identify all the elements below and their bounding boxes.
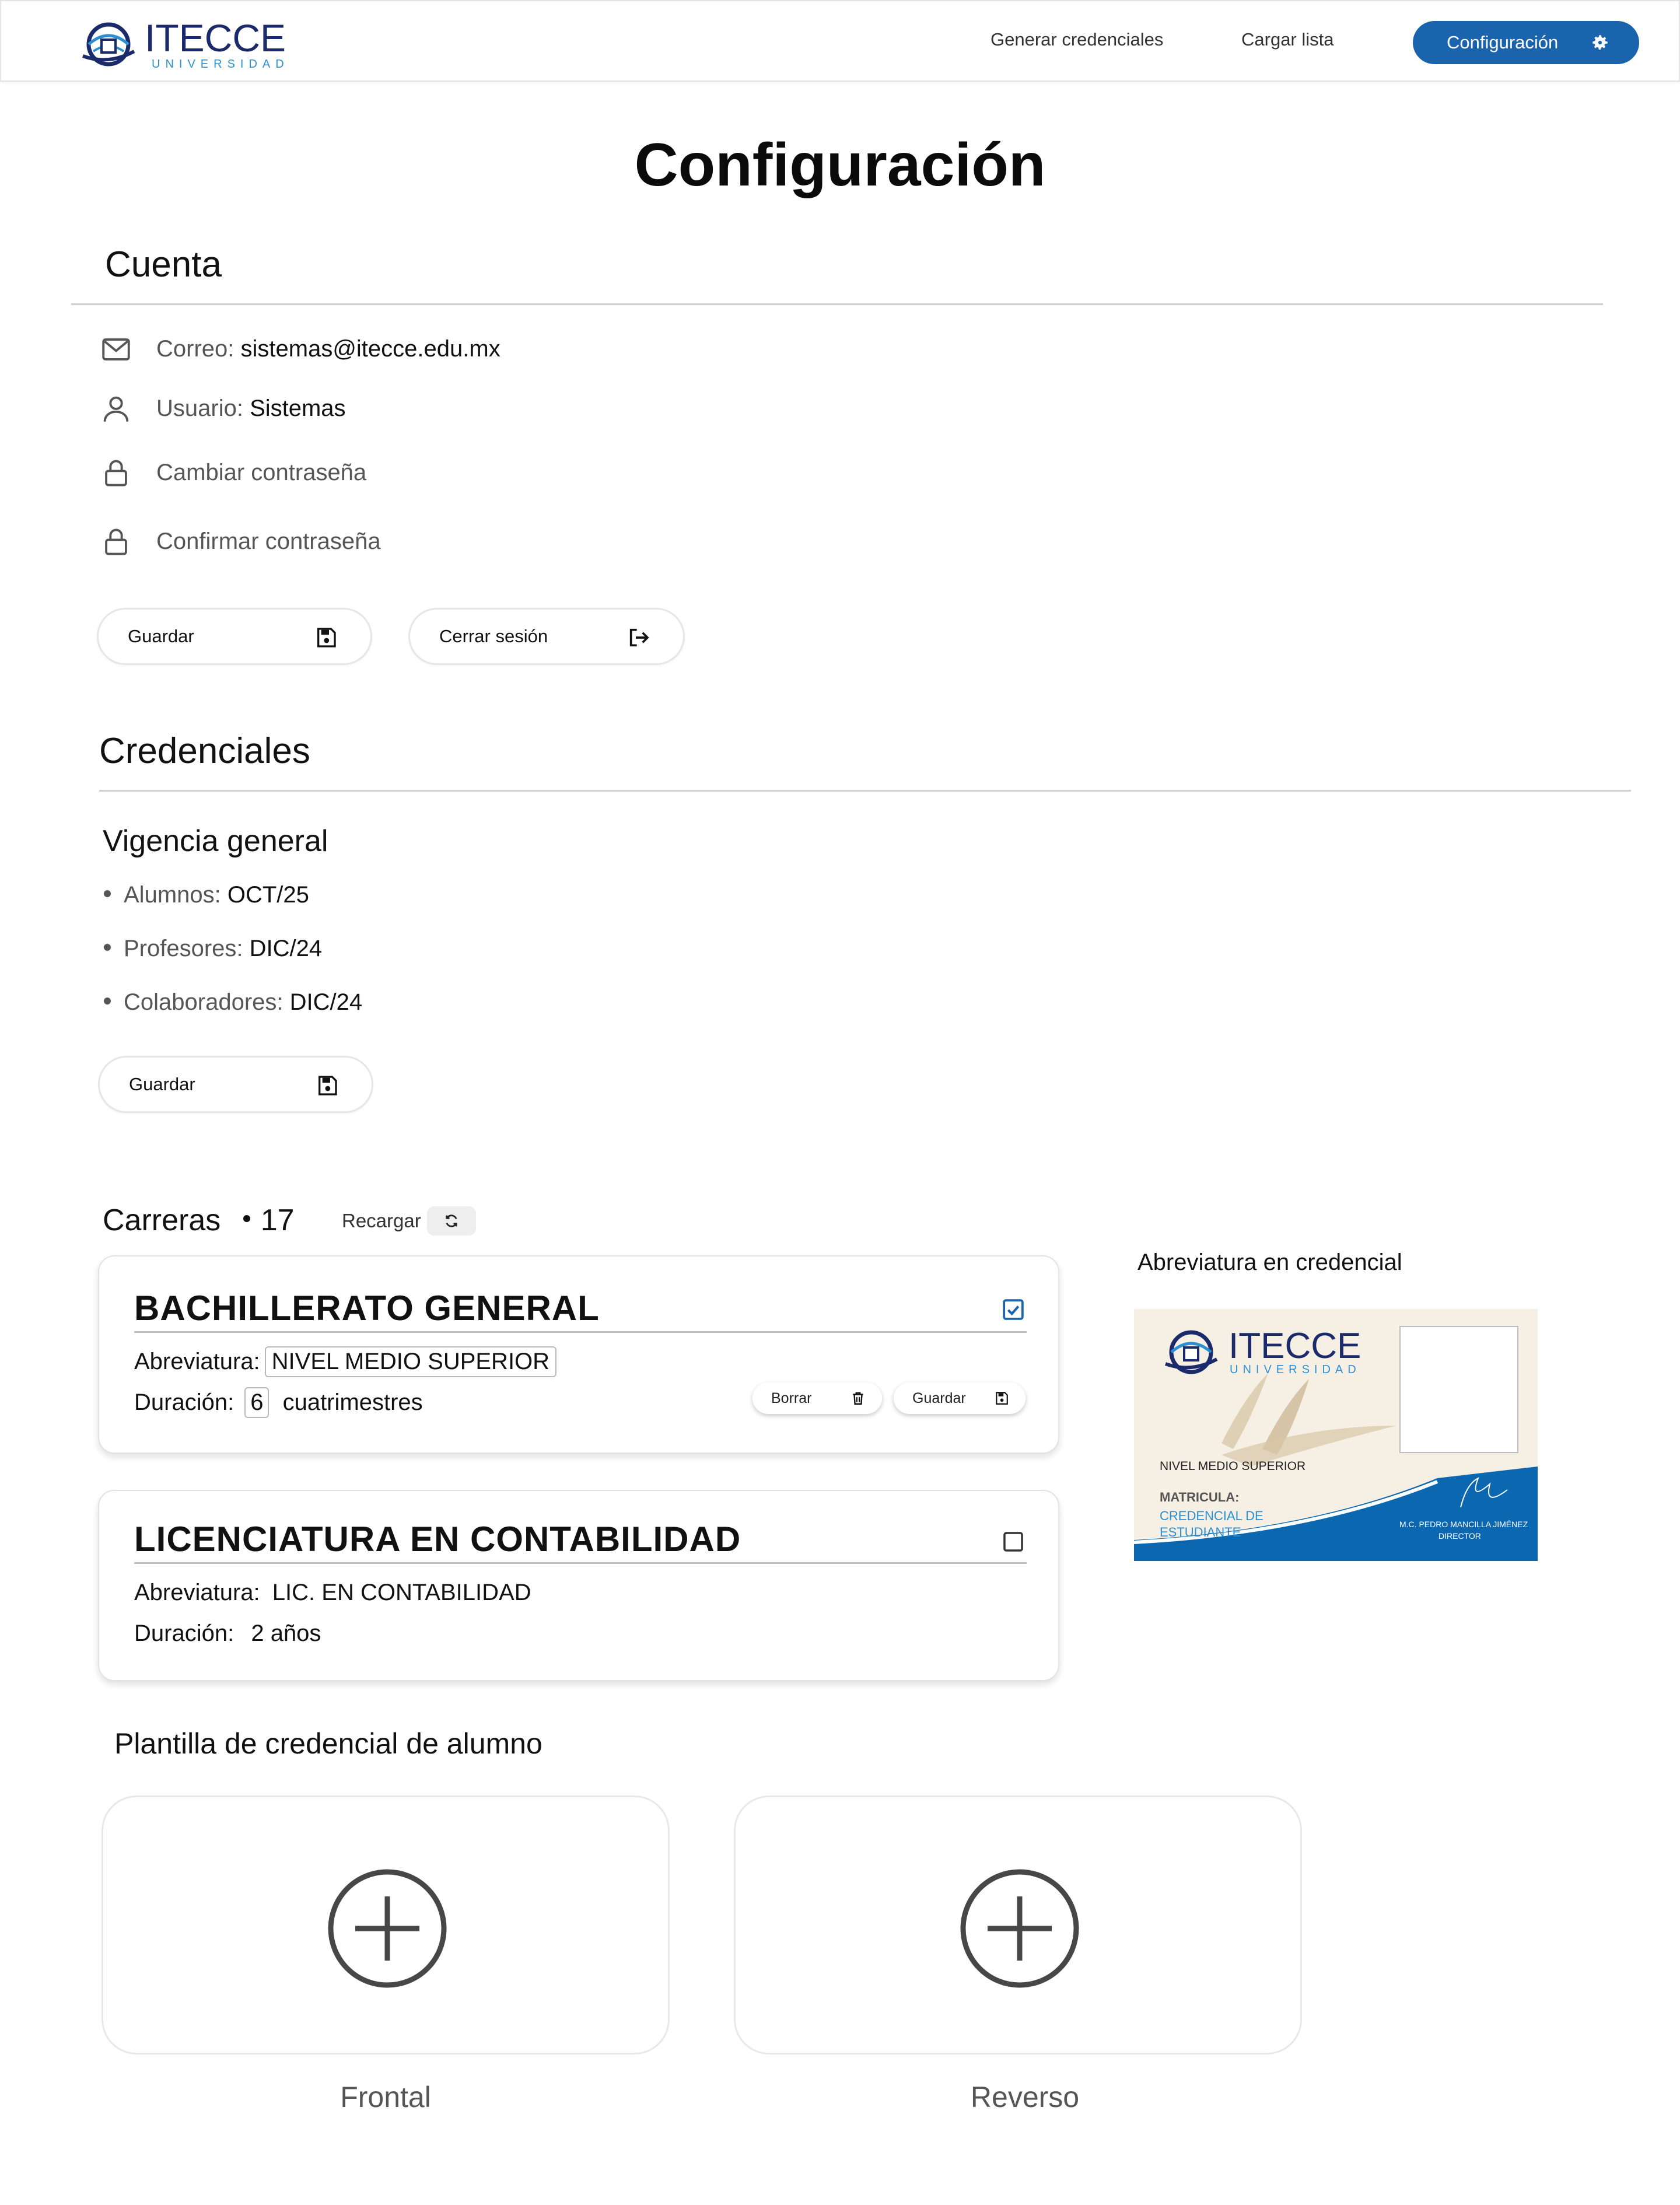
guardar-label: Guardar — [912, 1390, 966, 1406]
top-navbar: ITECCE UNIVERSIDAD Generar credenciales … — [0, 0, 1680, 82]
nav-configuracion-label: Configuración — [1447, 32, 1559, 52]
nav-cargar-lista[interactable]: Cargar lista — [1241, 29, 1334, 50]
lock-icon — [105, 528, 127, 555]
recargar-label: Recargar — [342, 1210, 421, 1231]
divider — [99, 790, 1631, 792]
vigencia-profesores[interactable]: Profesores: DIC/24 — [104, 936, 322, 962]
borrar-label: Borrar — [771, 1390, 812, 1406]
preview-nivel: NIVEL MEDIO SUPERIOR — [1160, 1460, 1306, 1473]
save-icon — [318, 1076, 337, 1096]
confirmar-contrasena-field[interactable]: Confirmar contraseña — [156, 528, 381, 555]
carrera-guardar-button[interactable]: Guardar — [894, 1382, 1026, 1414]
duracion-row: Duración: 2 años — [134, 1620, 321, 1647]
vigencia-colaboradores[interactable]: Colaboradores: DIC/24 — [104, 989, 362, 1016]
add-circle-icon — [328, 1869, 447, 1988]
carrera-card[interactable]: BACHILLERATO GENERAL Abreviatura: NIVEL M… — [98, 1255, 1059, 1454]
add-circle-icon — [960, 1869, 1079, 1988]
cerrar-sesion-button[interactable]: Cerrar sesión — [408, 608, 685, 665]
svg-text:CREDENCIAL DE: CREDENCIAL DE — [1160, 1508, 1264, 1523]
reverso-label: Reverso — [970, 2081, 1080, 2113]
svg-text:M.C. PEDRO MANCILLA JIMÉNEZ: M.C. PEDRO MANCILLA JIMÉNEZ — [1399, 1520, 1528, 1529]
vigencia-profesores-label: Profesores: — [124, 936, 250, 961]
trash-icon — [853, 1392, 863, 1405]
bullet-dot — [104, 998, 111, 1005]
svg-text:MATRICULA:: MATRICULA: — [1160, 1490, 1239, 1504]
duracion-label: Duración: — [134, 1390, 235, 1415]
plantilla-title: Plantilla de credencial de alumno — [114, 1727, 542, 1760]
page-title: Configuración — [634, 131, 1046, 199]
section-title-cuenta: Cuenta — [105, 244, 222, 285]
upload-frontal-box[interactable] — [102, 1796, 670, 2054]
divider — [134, 1562, 1027, 1564]
duracion-row: Duración: 6 cuatrimestres — [134, 1387, 423, 1418]
svg-text:DIRECTOR: DIRECTOR — [1438, 1531, 1481, 1541]
svg-text:ESTUDIANTE: ESTUDIANTE — [1160, 1525, 1241, 1539]
save-icon — [317, 628, 336, 648]
carrera-card[interactable]: LICENCIATURA EN CONTABILIDAD Abreviatura… — [98, 1490, 1059, 1681]
logout-icon — [629, 628, 649, 647]
divider — [134, 1331, 1027, 1333]
checkbox-unchecked-icon[interactable] — [1002, 1531, 1024, 1553]
bullet-dot — [104, 890, 111, 898]
guardar-label: Guardar — [128, 626, 194, 646]
credenciales-guardar-button[interactable]: Guardar — [98, 1056, 373, 1113]
abreviatura-input[interactable]: NIVEL MEDIO SUPERIOR — [264, 1346, 557, 1377]
mail-icon — [102, 338, 130, 360]
svg-text:UNIVERSIDAD: UNIVERSIDAD — [1230, 1363, 1361, 1376]
carreras-label: Carreras — [103, 1203, 221, 1237]
frontal-label: Frontal — [340, 2081, 431, 2113]
vigencia-alumnos[interactable]: Alumnos: OCT/25 — [104, 882, 309, 908]
checkbox-checked-icon[interactable] — [1002, 1298, 1024, 1321]
svg-text:UNIVERSIDAD: UNIVERSIDAD — [152, 58, 289, 71]
svg-text:ITECCE: ITECCE — [145, 16, 286, 60]
correo-label: Correo: — [156, 336, 241, 362]
abreviatura-row: Abreviatura: NIVEL MEDIO SUPERIOR — [134, 1346, 557, 1377]
recargar-button[interactable] — [427, 1206, 476, 1236]
cambiar-contrasena-field[interactable]: Cambiar contraseña — [156, 460, 366, 486]
correo-row: Correo: sistemas@itecce.edu.mx — [156, 336, 501, 362]
credential-preview: ITECCE UNIVERSIDAD NIVEL MEDIO SUPERIOR … — [1133, 1309, 1538, 1561]
usuario-label: Usuario: — [156, 396, 250, 421]
svg-text:ITECCE: ITECCE — [1228, 1326, 1361, 1366]
bullet-dot — [104, 944, 111, 951]
usuario-value: Sistemas — [250, 396, 346, 421]
carrera-name: BACHILLERATO GENERAL — [134, 1289, 600, 1328]
guardar-label: Guardar — [129, 1074, 195, 1094]
upload-reverso-box[interactable] — [734, 1796, 1302, 2054]
correo-value: sistemas@itecce.edu.mx — [240, 336, 501, 362]
section-title-credenciales: Credenciales — [99, 731, 310, 771]
divider — [71, 303, 1603, 305]
duracion-unit: cuatrimestres — [282, 1390, 423, 1415]
abreviatura-label: Abreviatura: — [134, 1349, 260, 1374]
bullet-dot — [243, 1215, 250, 1223]
duracion-input[interactable]: 6 — [244, 1387, 270, 1418]
gear-icon — [1592, 35, 1608, 50]
abreviatura-value: LIC. EN CONTABILIDAD — [272, 1580, 531, 1605]
vigencia-profesores-value: DIC/24 — [249, 936, 323, 961]
user-icon — [103, 396, 129, 422]
vigencia-colaboradores-label: Colaboradores: — [124, 989, 290, 1015]
cerrar-sesion-label: Cerrar sesión — [439, 626, 548, 646]
cuenta-guardar-button[interactable]: Guardar — [97, 608, 372, 665]
duracion-label: Duración: — [134, 1620, 235, 1646]
vigencia-alumnos-value: OCT/25 — [227, 882, 309, 908]
usuario-row: Usuario: Sistemas — [156, 396, 346, 422]
save-icon — [996, 1392, 1008, 1405]
nav-generar-credenciales[interactable]: Generar credenciales — [991, 29, 1163, 50]
abreviatura-row: Abreviatura: LIC. EN CONTABILIDAD — [134, 1580, 531, 1606]
vigencia-alumnos-label: Alumnos: — [124, 882, 228, 908]
preview-label: Abreviatura en credencial — [1138, 1250, 1402, 1275]
carreras-title: Carreras 17 — [103, 1203, 295, 1238]
vigencia-colaboradores-value: DIC/24 — [289, 989, 363, 1015]
nav-configuracion-button[interactable]: Configuración — [1413, 21, 1639, 64]
borrar-button[interactable]: Borrar — [752, 1382, 882, 1414]
itecce-logo[interactable]: ITECCE UNIVERSIDAD — [80, 15, 296, 71]
vigencia-general-title: Vigencia general — [103, 824, 328, 858]
duracion-value: 2 años — [251, 1620, 321, 1646]
refresh-icon — [446, 1214, 457, 1227]
carreras-count: 17 — [260, 1203, 295, 1237]
lock-icon — [105, 460, 127, 487]
abreviatura-label: Abreviatura: — [134, 1580, 260, 1605]
carrera-name: LICENCIATURA EN CONTABILIDAD — [134, 1520, 741, 1559]
